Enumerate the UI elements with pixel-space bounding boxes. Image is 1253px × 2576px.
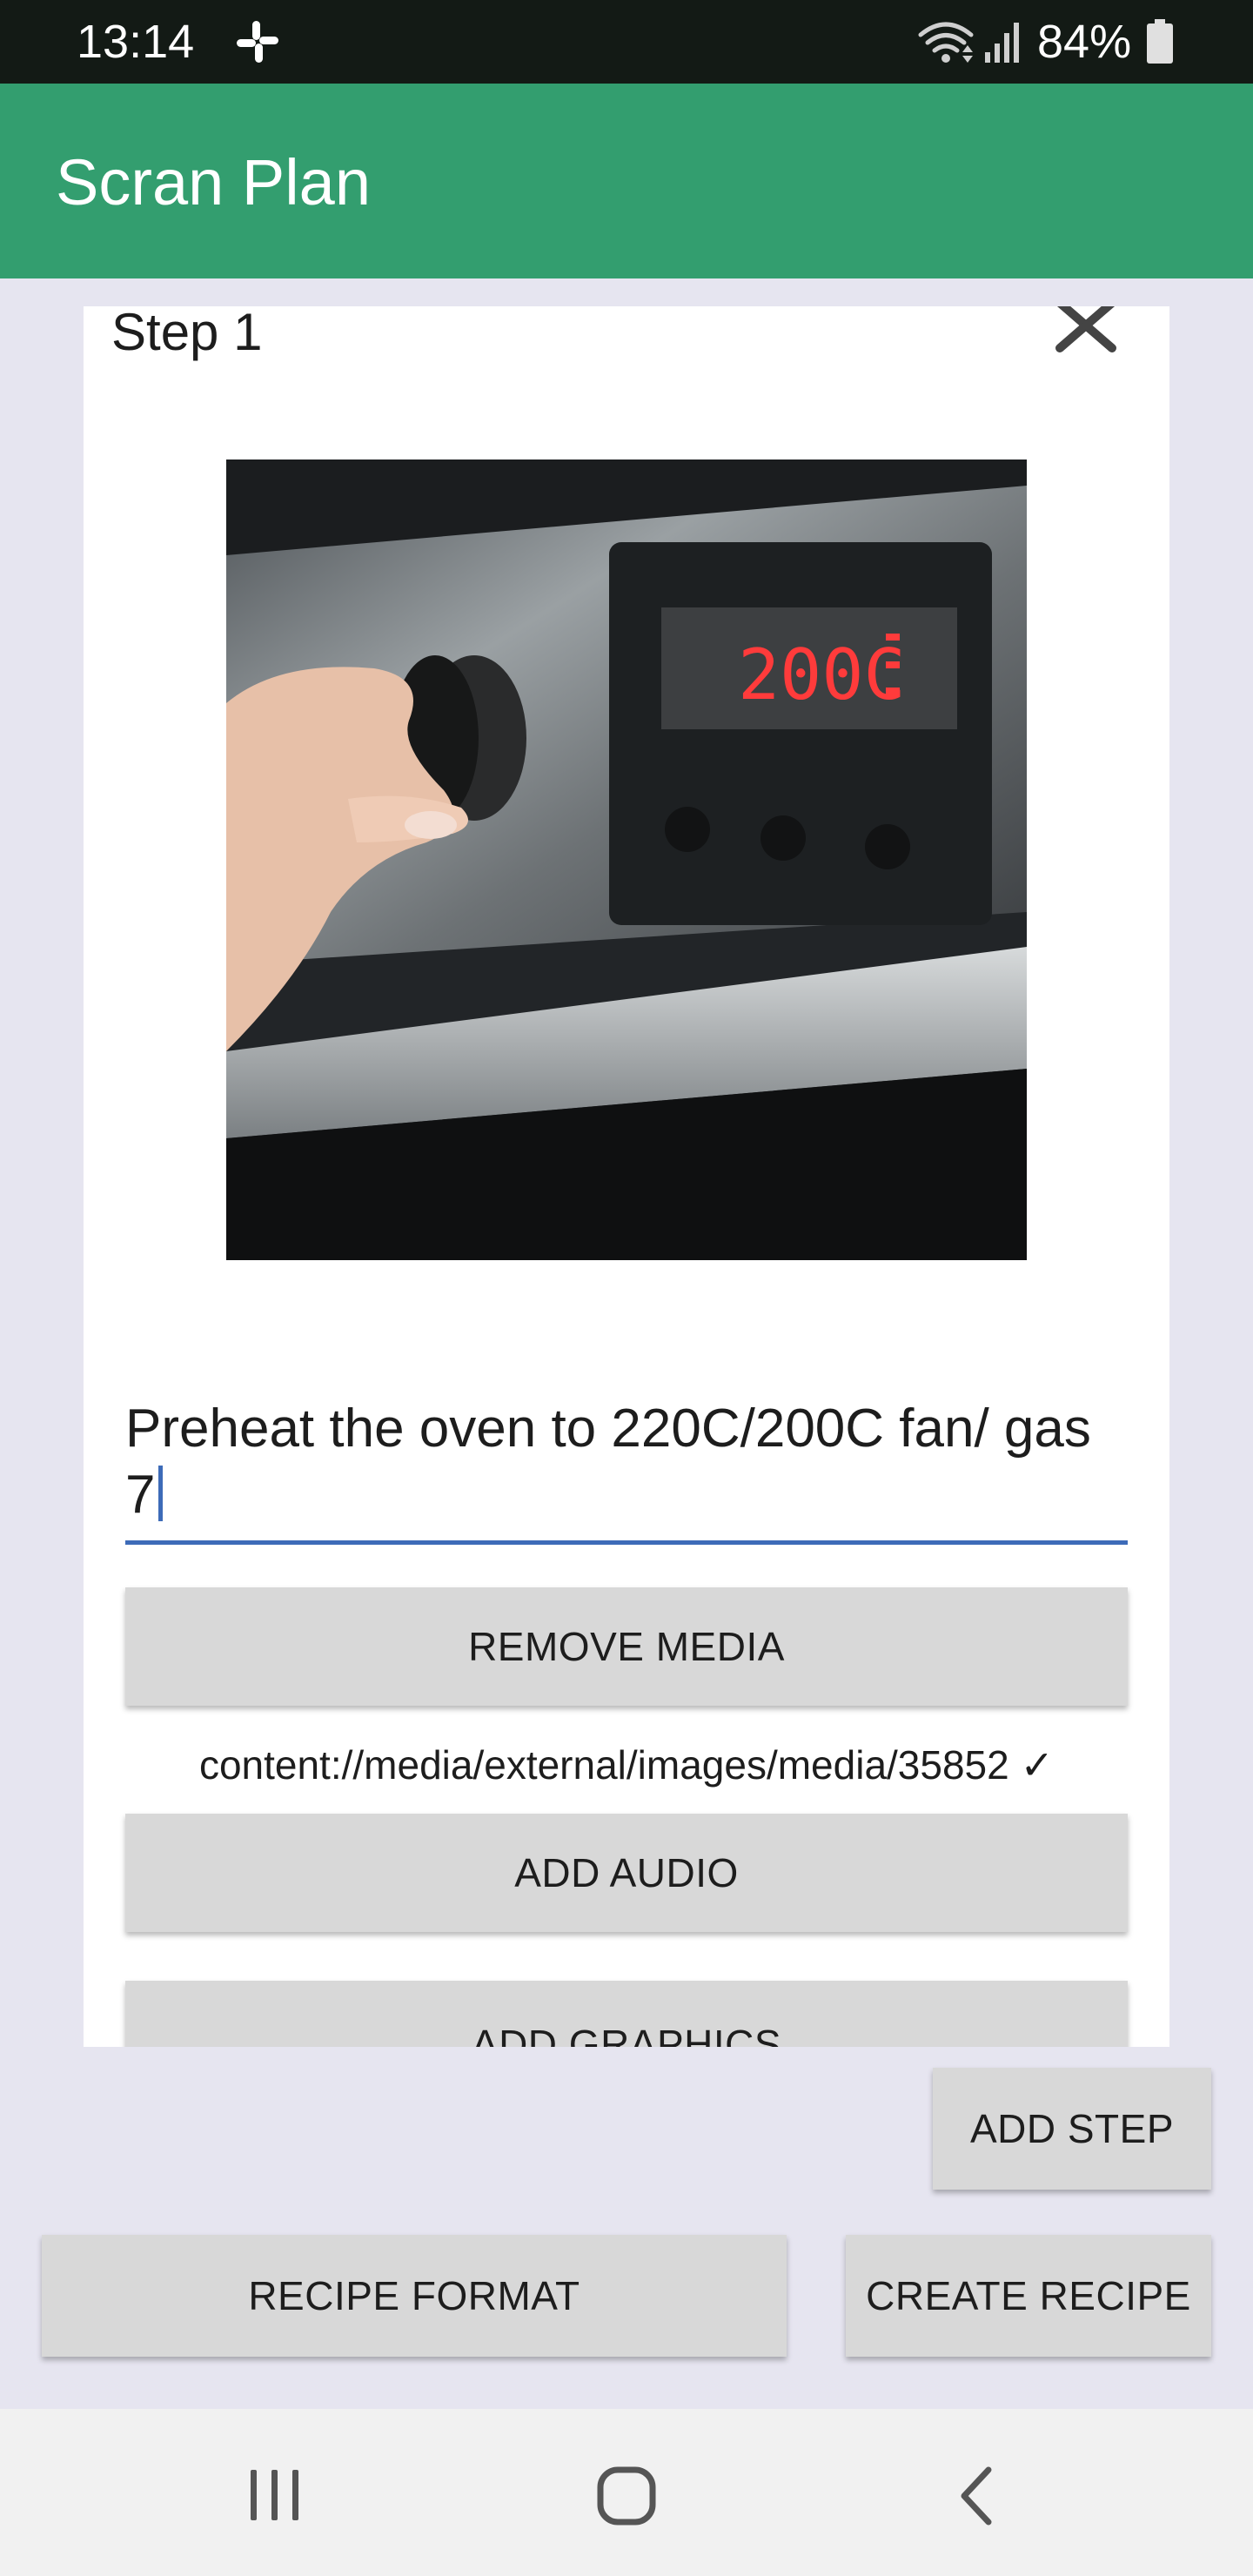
- battery-icon: [1147, 19, 1173, 64]
- add-audio-button[interactable]: ADD AUDIO: [125, 1814, 1128, 1932]
- status-time: 13:14: [77, 16, 195, 68]
- step-description-field[interactable]: Preheat the oven to 220C/200C fan/ gas 7: [125, 1375, 1128, 1545]
- recipe-format-button[interactable]: RECIPE FORMAT: [42, 2235, 787, 2357]
- close-icon[interactable]: [1051, 306, 1121, 362]
- app-bar: Scran Plan: [0, 84, 1253, 278]
- home-icon[interactable]: [592, 2461, 661, 2531]
- create-recipe-button[interactable]: CREATE RECIPE: [846, 2235, 1211, 2357]
- text-cursor: [158, 1466, 164, 1521]
- signal-icon: [985, 23, 1019, 63]
- status-bar: 13:14 84%: [0, 0, 1253, 84]
- wifi-icon: [918, 22, 974, 63]
- recent-apps-icon[interactable]: [240, 2461, 310, 2531]
- step-title: Step 1: [111, 306, 263, 361]
- slack-icon: [237, 21, 278, 63]
- battery-percentage: 84%: [1037, 16, 1132, 68]
- system-nav-bar: [0, 2409, 1253, 2576]
- step-card: Step 1 200C Preheat the oven to 220C/200…: [84, 306, 1169, 2047]
- media-path-label: content://media/external/images/media/35…: [198, 1742, 1055, 1788]
- back-icon[interactable]: [943, 2461, 1013, 2531]
- add-graphics-button[interactable]: ADD GRAPHICS: [125, 1981, 1128, 2047]
- add-step-button[interactable]: ADD STEP: [933, 2068, 1211, 2190]
- app-title: Scran Plan: [56, 146, 371, 218]
- step-description-text: Preheat the oven to 220C/200C fan/ gas 7: [125, 1399, 1091, 1525]
- remove-media-button[interactable]: REMOVE MEDIA: [125, 1587, 1128, 1706]
- step-image[interactable]: 200C: [226, 460, 1027, 1260]
- oven-display-text: 200C: [738, 634, 906, 715]
